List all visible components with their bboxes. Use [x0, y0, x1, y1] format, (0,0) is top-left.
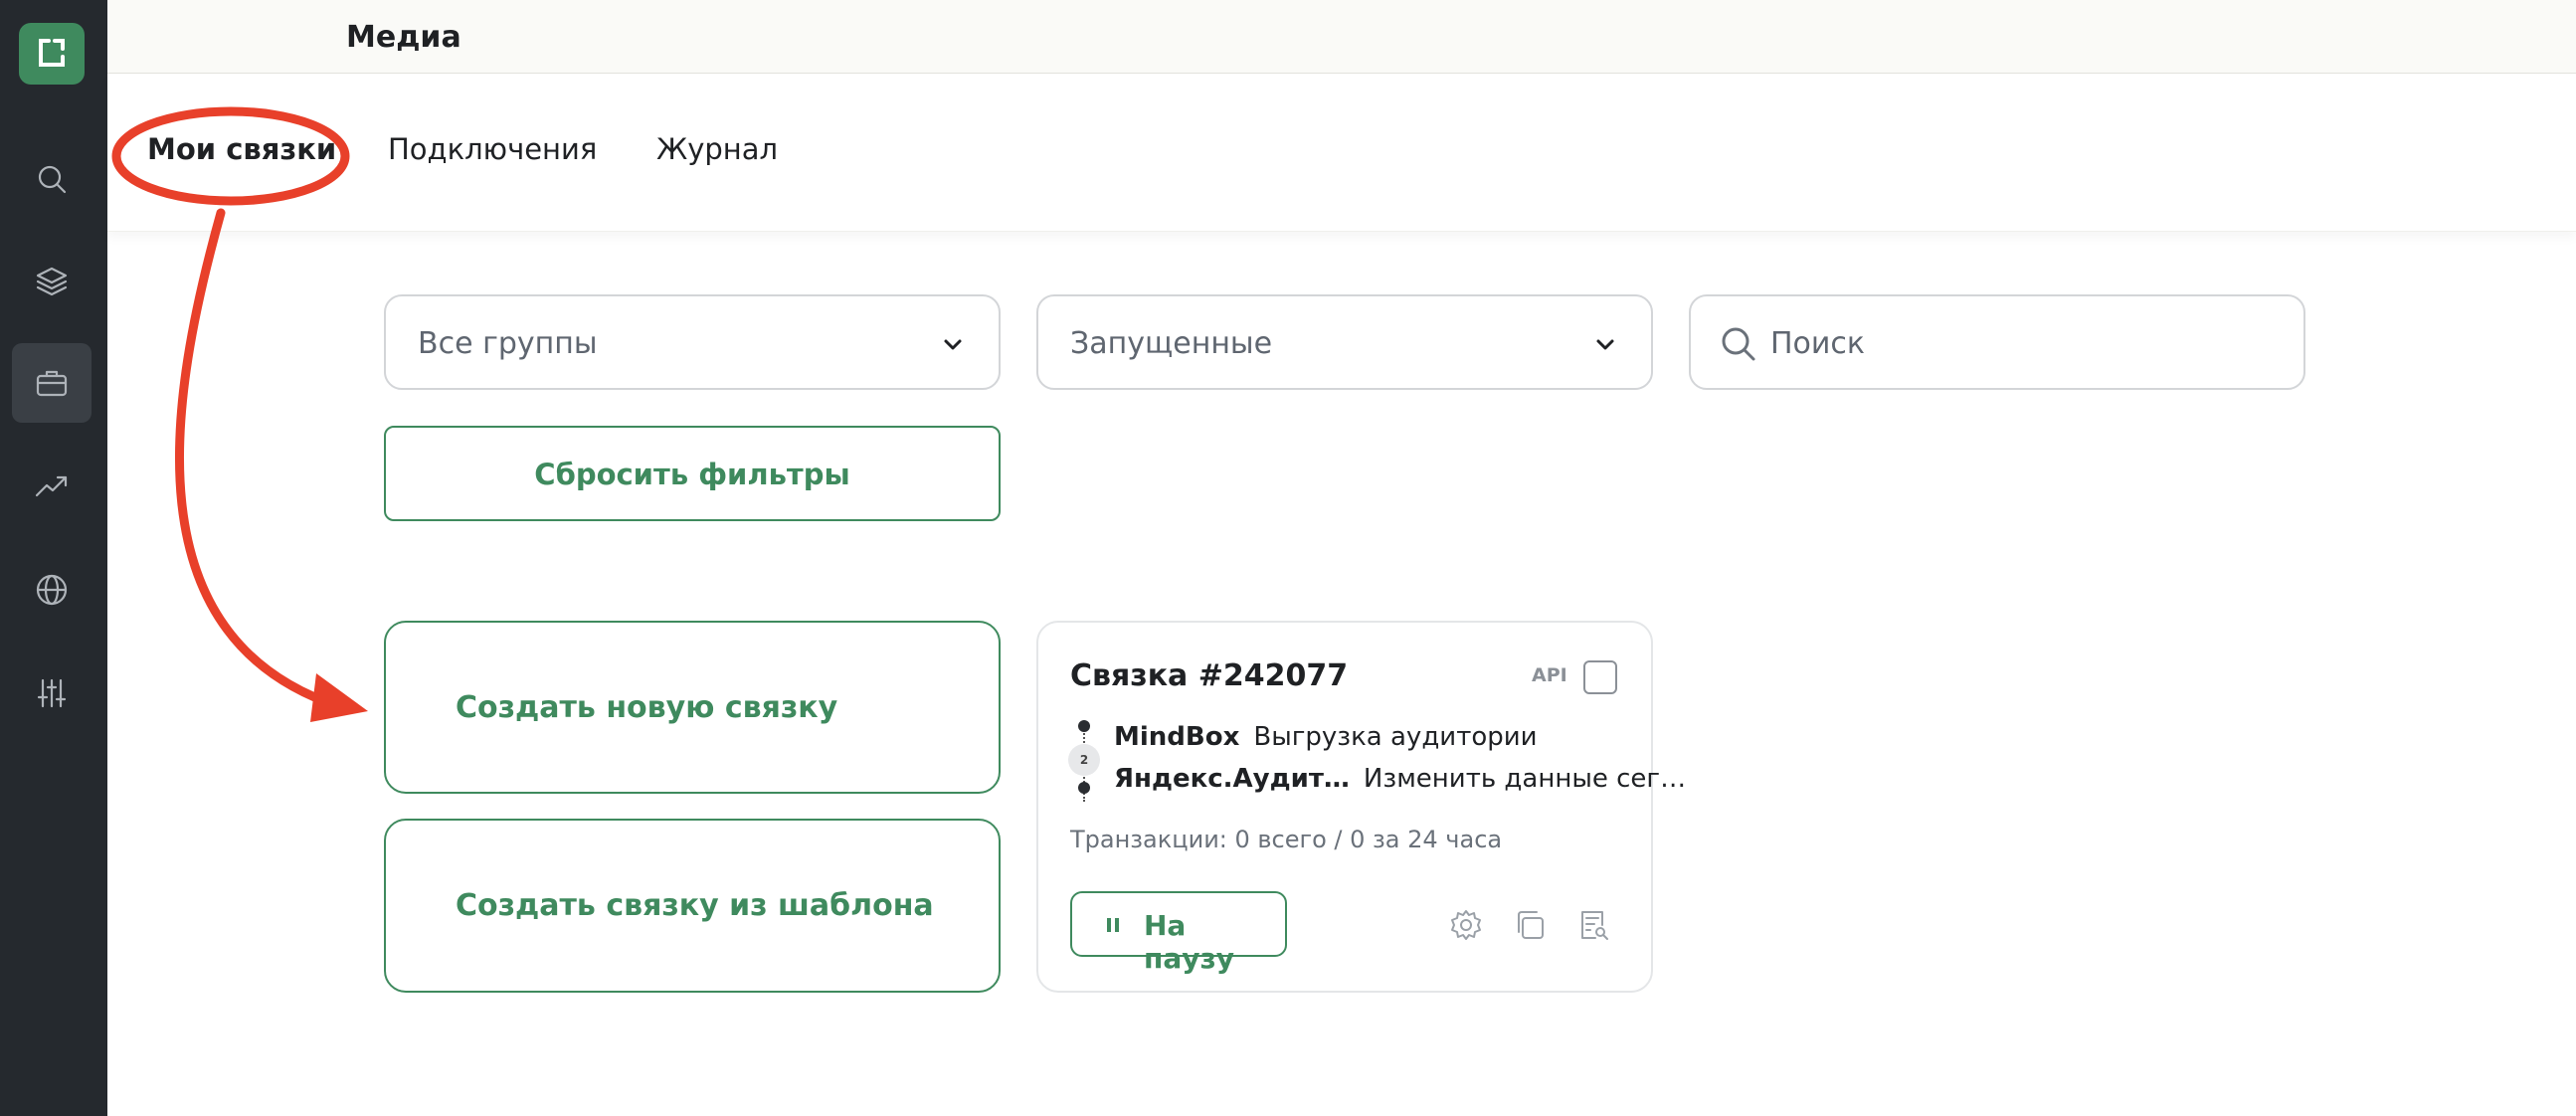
pause-button[interactable]: На паузу: [1070, 891, 1287, 975]
app-logo[interactable]: [19, 23, 85, 85]
tab-journal[interactable]: Журнал: [656, 132, 778, 166]
group-select-value: Все группы: [418, 326, 598, 361]
annotation-arrow-head: [310, 673, 368, 722]
create-from-template-card[interactable]: Создать связку из шаблона: [384, 819, 1001, 993]
transactions-text: Транзакции: 0 всего / 0 за 24 часа: [1070, 826, 1503, 853]
status-select-value: Запущенные: [1070, 326, 1273, 361]
copy-icon: [1518, 911, 1544, 939]
create-from-template-label: Создать связку из шаблона: [456, 888, 934, 923]
gear-icon: [1451, 910, 1481, 940]
reset-filters-button[interactable]: Сбросить фильтры: [384, 426, 1001, 521]
pause-icon: [1107, 918, 1119, 932]
step-action: Выгрузка аудитории: [1253, 722, 1538, 752]
create-new-bundle-label: Создать новую связку: [456, 690, 838, 725]
globe-icon: [36, 574, 68, 606]
annotation-arrow-line: [174, 208, 343, 711]
trend-icon: [35, 475, 68, 497]
sidebar-item-search[interactable]: [12, 139, 92, 219]
api-badge: API: [1532, 664, 1567, 686]
search-icon: [1722, 327, 1755, 361]
sidebar-item-layers[interactable]: [12, 242, 92, 321]
logo-icon: [39, 39, 65, 67]
step-dot: [1078, 782, 1090, 794]
step-service: MindBox: [1114, 722, 1240, 752]
top-bar: Медиа: [107, 0, 2576, 74]
tab-connections[interactable]: Подключения: [388, 132, 597, 166]
pause-label: На паузу: [1144, 909, 1235, 975]
bundle-copy-button[interactable]: [1512, 907, 1548, 943]
step-count-badge: 2: [1068, 744, 1100, 776]
search-placeholder: Поиск: [1770, 326, 1866, 361]
bundle-select-checkbox[interactable]: [1583, 660, 1617, 694]
briefcase-icon: [36, 370, 68, 397]
sidebar-item-briefcase[interactable]: [12, 343, 92, 423]
step-row-2: Яндекс.Аудит… Изменить данные сег…: [1114, 764, 1686, 794]
log-icon: [1581, 911, 1608, 940]
step-action: Изменить данные сег…: [1363, 764, 1687, 794]
sidebar: [0, 0, 107, 1116]
search-input[interactable]: Поиск: [1689, 294, 2305, 390]
step-row-1: MindBox Выгрузка аудитории: [1114, 722, 1538, 752]
tabs-bar: Мои связки Подключения Журнал: [107, 75, 2576, 232]
bundle-settings-button[interactable]: [1448, 907, 1484, 943]
tab-my-bundles[interactable]: Мои связки: [147, 132, 336, 166]
chevron-down-icon: [944, 339, 962, 350]
bundle-log-button[interactable]: [1575, 907, 1611, 943]
search-icon: [38, 165, 67, 194]
status-select[interactable]: Запущенные: [1036, 294, 1653, 390]
sidebar-item-settings[interactable]: [12, 653, 92, 733]
layers-icon: [36, 267, 68, 296]
chevron-down-icon: [1596, 339, 1614, 350]
bundle-card[interactable]: Связка #242077 API 2 MindBox Выгрузка ауд…: [1036, 621, 1686, 993]
step-service: Яндекс.Аудит…: [1114, 764, 1350, 794]
reset-filters-label: Сбросить фильтры: [534, 458, 850, 491]
create-new-bundle-card[interactable]: Создать новую связку: [384, 621, 1001, 794]
sidebar-item-analytics[interactable]: [12, 447, 92, 526]
step-dot: [1078, 720, 1090, 732]
group-select[interactable]: Все группы: [384, 294, 1001, 390]
page-title: Медиа: [346, 20, 461, 55]
sliders-icon: [37, 678, 67, 708]
bundle-title: Связка #242077: [1070, 658, 1349, 693]
sidebar-item-globe[interactable]: [12, 550, 92, 630]
